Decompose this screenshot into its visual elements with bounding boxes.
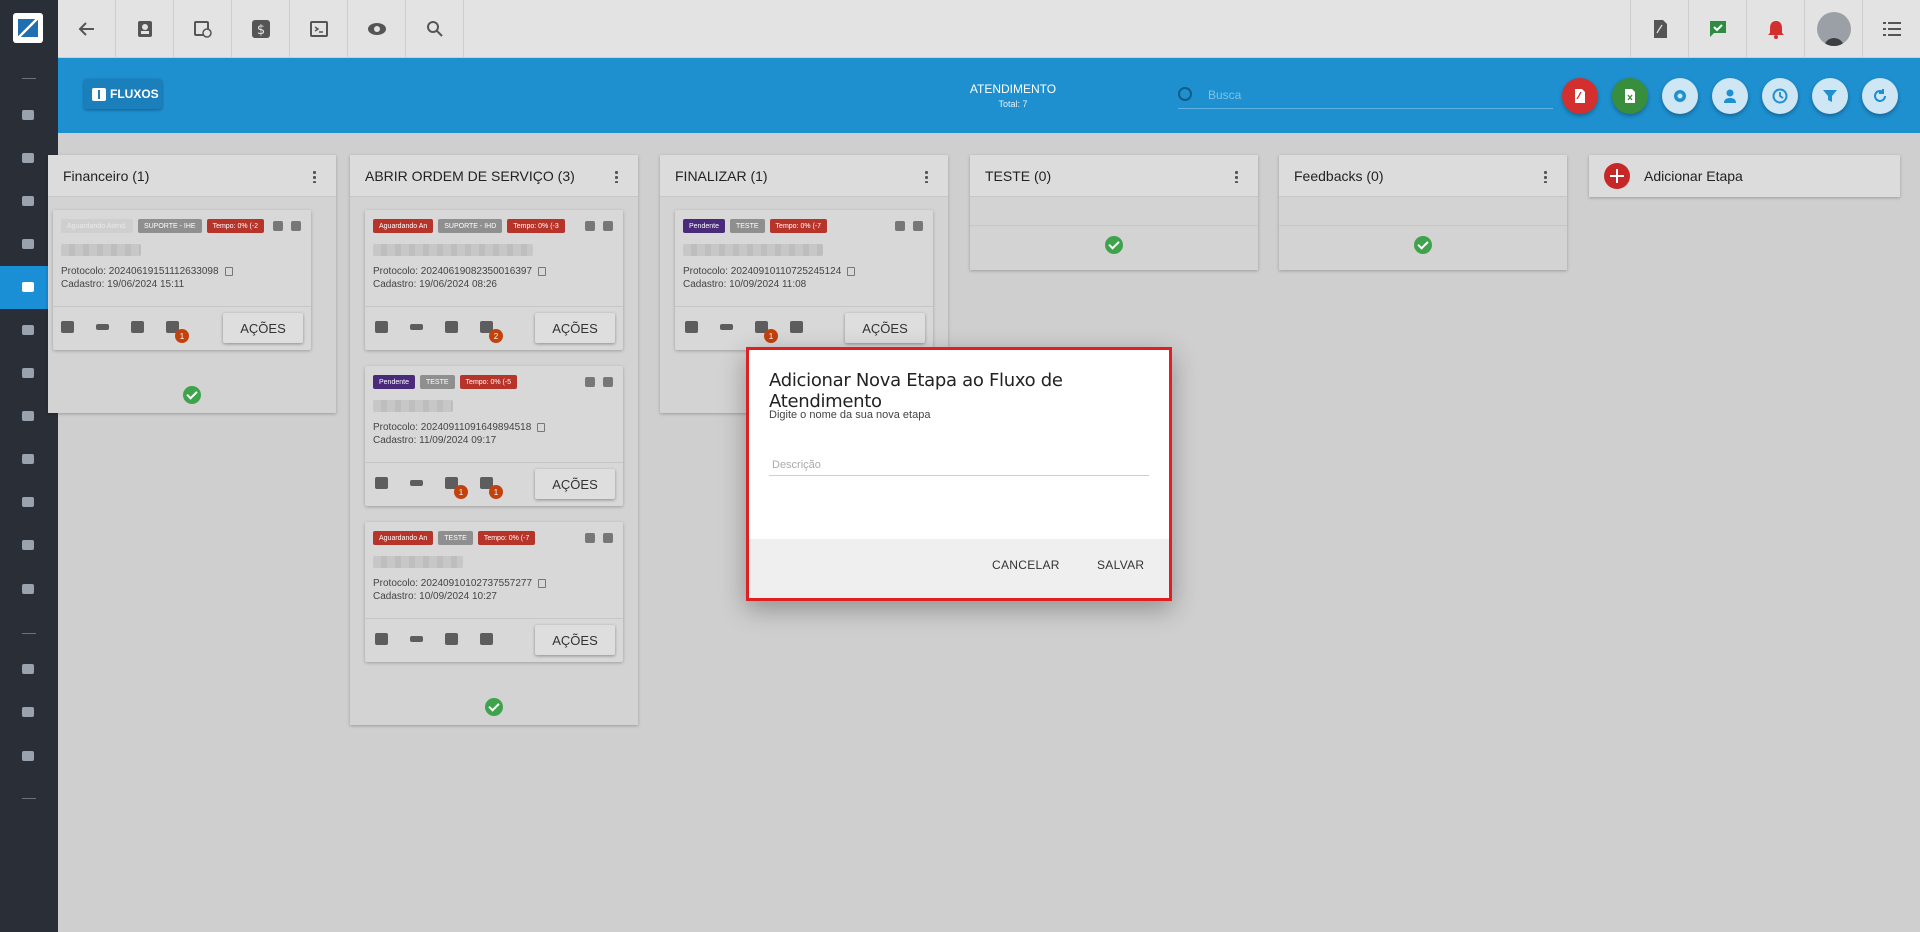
cancel-button[interactable]: CANCELAR (992, 558, 1060, 572)
description-input[interactable] (769, 454, 1149, 476)
dialog-title: Adicionar Nova Etapa ao Fluxo de Atendim… (769, 370, 1063, 412)
dialog-footer: CANCELAR SALVAR (749, 539, 1169, 598)
modal-overlay: Adicionar Nova Etapa ao Fluxo de Atendim… (0, 0, 1920, 932)
add-stage-dialog: Adicionar Nova Etapa ao Fluxo de Atendim… (746, 347, 1172, 601)
dialog-subtitle: Digite o nome da sua nova etapa (769, 409, 931, 421)
save-button[interactable]: SALVAR (1097, 558, 1144, 572)
